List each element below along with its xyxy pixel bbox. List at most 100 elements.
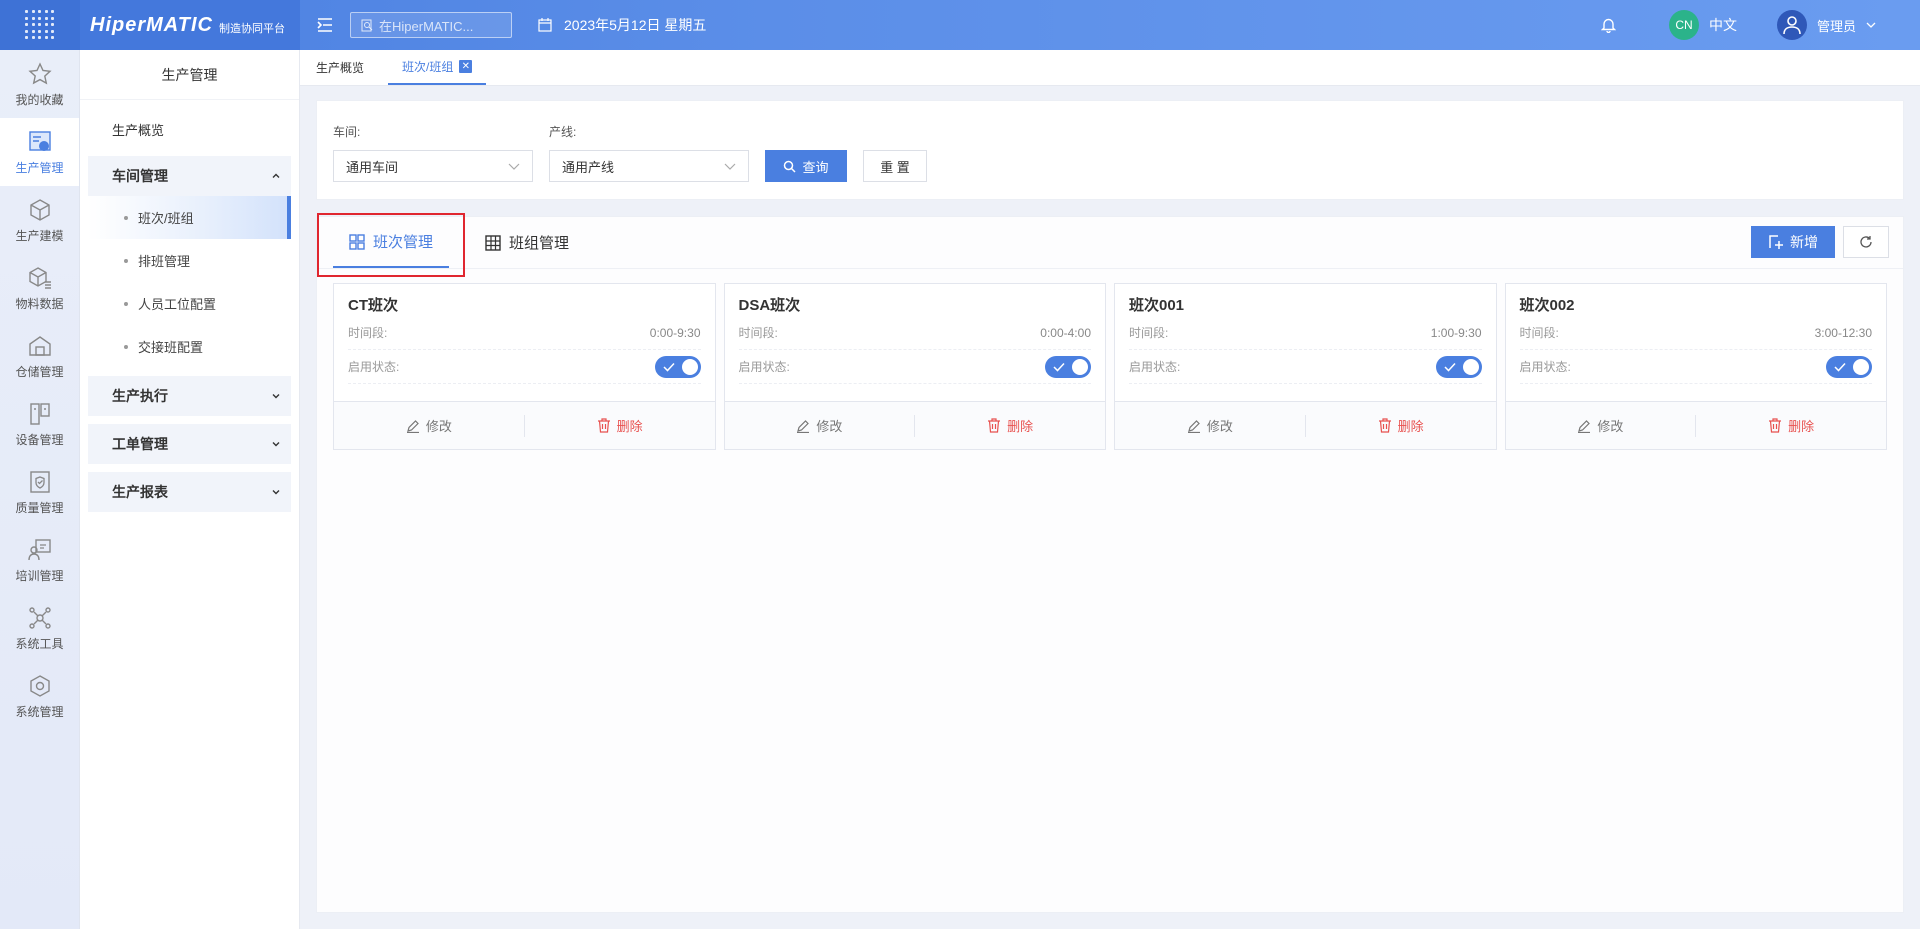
rail-item-quality[interactable]: 质量管理 bbox=[0, 458, 79, 526]
rail-item-material[interactable]: 物料数据 bbox=[0, 254, 79, 322]
add-icon bbox=[1769, 235, 1783, 249]
rail-item-production[interactable]: 生产管理 bbox=[0, 118, 79, 186]
user-menu[interactable]: 管理员 bbox=[1776, 10, 1876, 40]
main-panel: 班次管理 班组管理 新增 CT班次 时间段: 0:00-9:30 启用状态: 修… bbox=[316, 213, 1904, 913]
tab-shift-management[interactable]: 班次管理 bbox=[333, 217, 450, 268]
side-menu-group-workshop[interactable]: 车间管理 bbox=[88, 156, 291, 196]
bullet-icon bbox=[124, 215, 128, 220]
side-menu-overview[interactable]: 生产概览 bbox=[88, 108, 291, 150]
delete-label: 删除 bbox=[1397, 419, 1424, 434]
side-menu-group-workorder[interactable]: 工单管理 bbox=[88, 424, 291, 464]
add-shift-button[interactable]: 新增 bbox=[1751, 226, 1835, 258]
shift-name: CT班次 bbox=[348, 297, 398, 314]
check-icon bbox=[662, 362, 675, 372]
star-icon bbox=[27, 61, 52, 84]
menu-toggle-icon[interactable] bbox=[300, 18, 350, 32]
chevron-down-icon bbox=[272, 442, 280, 447]
delete-button[interactable]: 删除 bbox=[915, 416, 1105, 435]
tab-label: 班组管理 bbox=[509, 235, 570, 252]
rail-item-device[interactable]: 设备管理 bbox=[0, 390, 79, 458]
logo-subtitle: 制造协同平台 bbox=[218, 23, 285, 35]
status-toggle[interactable] bbox=[1826, 355, 1872, 378]
edit-button[interactable]: 修改 bbox=[725, 416, 915, 435]
status-toggle[interactable] bbox=[1045, 355, 1091, 378]
warehouse-icon bbox=[28, 335, 51, 356]
calendar-icon bbox=[538, 18, 552, 32]
tab-label: 班次/班组 bbox=[402, 59, 454, 74]
app-grid-icon[interactable] bbox=[0, 0, 80, 50]
side-menu-group-execution[interactable]: 生产执行 bbox=[88, 376, 291, 416]
edit-icon bbox=[1578, 419, 1591, 433]
date-display: 2023年5月12日 星期五 bbox=[538, 15, 706, 35]
logo: HiperMATIC 制造协同平台 bbox=[80, 0, 300, 50]
page-tab-shift-team[interactable]: 班次/班组 ✕ bbox=[388, 49, 487, 85]
check-icon bbox=[1053, 362, 1065, 372]
status-toggle[interactable] bbox=[1435, 355, 1482, 378]
status-toggle[interactable] bbox=[654, 355, 701, 378]
rail-item-tools[interactable]: 系统工具 bbox=[0, 594, 79, 662]
chevron-down-icon bbox=[272, 490, 280, 495]
edit-button[interactable]: 修改 bbox=[1506, 416, 1696, 435]
rail-item-warehouse[interactable]: 仓储管理 bbox=[0, 322, 79, 390]
workshop-select[interactable]: 通用车间 bbox=[333, 150, 533, 182]
rail-label: 我的收藏 bbox=[15, 92, 64, 107]
time-label: 时间段: bbox=[1519, 326, 1559, 340]
rail-item-system[interactable]: 系统管理 bbox=[0, 662, 79, 730]
language-switcher[interactable]: CN 中文 bbox=[1668, 10, 1737, 40]
rail-label: 设备管理 bbox=[15, 432, 64, 447]
edit-button[interactable]: 修改 bbox=[1115, 416, 1305, 435]
toggle-knob bbox=[681, 358, 698, 375]
search-doc-icon bbox=[361, 19, 373, 31]
bullet-icon bbox=[124, 258, 128, 263]
delete-button[interactable]: 删除 bbox=[1306, 416, 1496, 435]
top-bar: HiperMATIC 制造协同平台 在HiperMATIC... 2023年5月… bbox=[0, 0, 1920, 50]
side-menu-item-station-config[interactable]: 人员工位配置 bbox=[88, 282, 291, 325]
shift-card: CT班次 时间段: 0:00-9:30 启用状态: 修改 删除 bbox=[333, 283, 716, 450]
rail-label: 生产建模 bbox=[15, 228, 64, 243]
page-tab-overview[interactable]: 生产概览 bbox=[316, 49, 364, 85]
date-text: 2023年5月12日 星期五 bbox=[564, 17, 707, 33]
rail-item-training[interactable]: 培训管理 bbox=[0, 526, 79, 594]
rail-item-favorites[interactable]: 我的收藏 bbox=[0, 50, 79, 118]
side-menu-item-handover-config[interactable]: 交接班配置 bbox=[88, 325, 291, 368]
delete-button[interactable]: 删除 bbox=[1696, 416, 1886, 435]
edit-button[interactable]: 修改 bbox=[334, 416, 524, 435]
notification-bell-icon[interactable] bbox=[1589, 17, 1629, 33]
shift-card: 班次002 时间段: 3:00-12:30 启用状态: 修改 删除 bbox=[1504, 283, 1887, 450]
table-icon bbox=[485, 234, 501, 251]
trash-icon bbox=[597, 418, 610, 433]
settings-icon bbox=[29, 674, 50, 697]
delete-label: 删除 bbox=[616, 419, 643, 434]
user-avatar-icon bbox=[1776, 10, 1807, 40]
edit-label: 修改 bbox=[1597, 419, 1624, 434]
time-row: 时间段: 1:00-9:30 bbox=[1129, 316, 1482, 350]
query-label: 查询 bbox=[802, 159, 829, 175]
check-icon bbox=[1443, 362, 1456, 372]
sub-item-label: 班次/班组 bbox=[138, 211, 194, 226]
side-menu-item-shift-team[interactable]: 班次/班组 bbox=[88, 196, 291, 239]
language-label: 中文 bbox=[1708, 17, 1737, 33]
reset-button[interactable]: 重 置 bbox=[863, 150, 927, 182]
side-menu-group-report[interactable]: 生产报表 bbox=[88, 472, 291, 512]
status-row: 启用状态: bbox=[1129, 350, 1482, 384]
time-value: 1:00-9:30 bbox=[1430, 325, 1482, 340]
refresh-button[interactable] bbox=[1843, 226, 1889, 258]
side-menu-item-scheduling[interactable]: 排班管理 bbox=[88, 239, 291, 282]
rail-item-modeling[interactable]: 生产建模 bbox=[0, 186, 79, 254]
time-label: 时间段: bbox=[1129, 326, 1169, 340]
shift-name: DSA班次 bbox=[738, 297, 801, 314]
module-rail: 我的收藏 生产管理 生产建模 物料数据 仓储管理 设备管理 质量管理 培训管理 … bbox=[0, 50, 80, 929]
tab-team-management[interactable]: 班组管理 bbox=[469, 217, 585, 268]
status-label: 启用状态: bbox=[1129, 360, 1181, 374]
chevron-down-icon bbox=[508, 163, 520, 170]
close-icon[interactable]: ✕ bbox=[459, 59, 473, 73]
sub-item-label: 人员工位配置 bbox=[138, 297, 217, 312]
time-row: 时间段: 0:00-4:00 bbox=[738, 316, 1091, 350]
search-input[interactable]: 在HiperMATIC... bbox=[350, 12, 512, 38]
query-button[interactable]: 查询 bbox=[765, 150, 847, 182]
delete-button[interactable]: 删除 bbox=[525, 416, 715, 435]
shift-name: 班次002 bbox=[1519, 297, 1575, 314]
group-label: 车间管理 bbox=[112, 168, 168, 184]
grid-icon bbox=[349, 233, 365, 250]
line-select[interactable]: 通用产线 bbox=[549, 150, 749, 182]
